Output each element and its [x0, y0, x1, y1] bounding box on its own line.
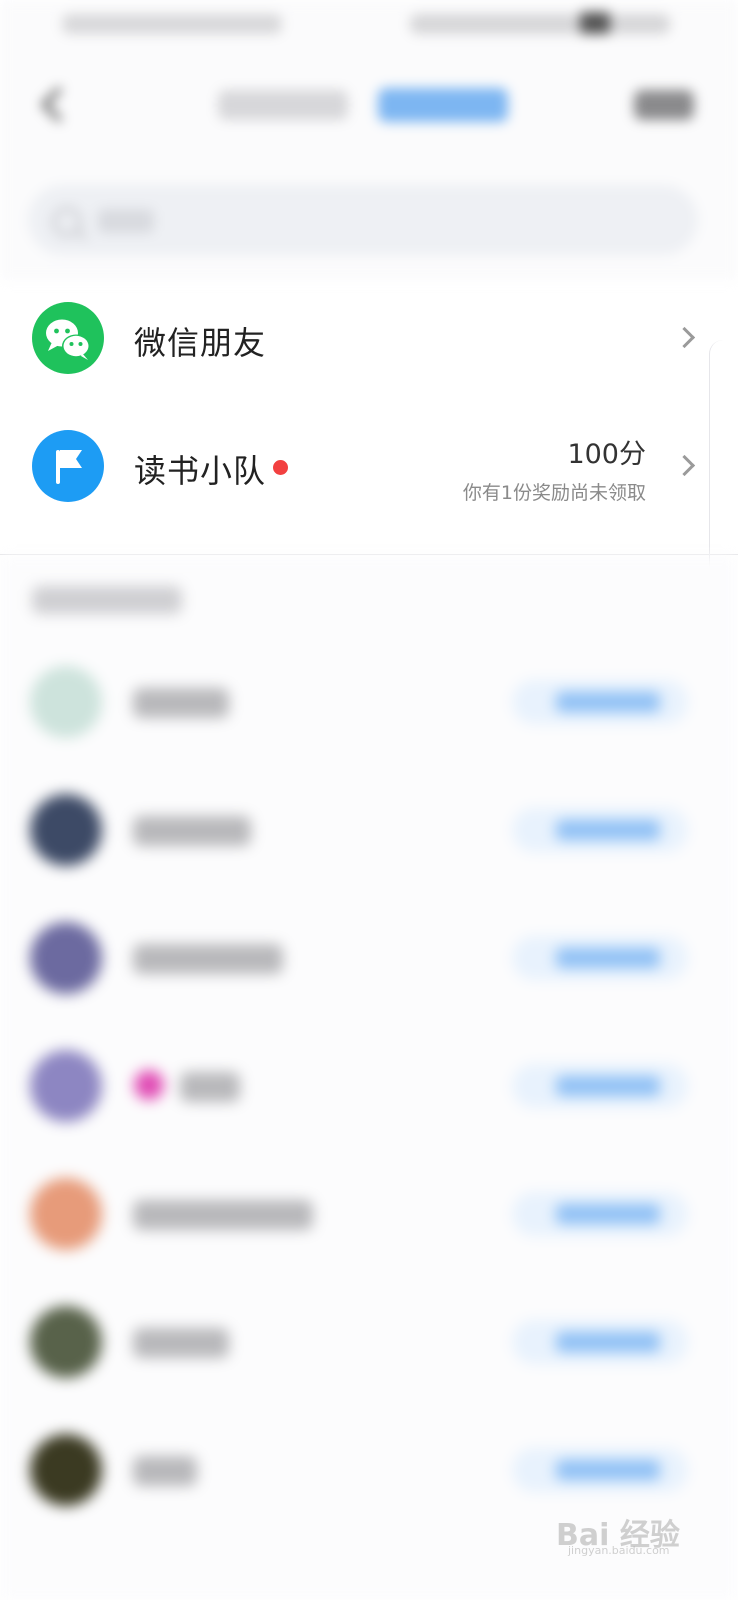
team-score: 100分 [567, 439, 646, 470]
divider [0, 554, 738, 555]
tab-followers[interactable] [378, 88, 508, 122]
wechat-icon [32, 302, 104, 374]
list-item[interactable] [0, 760, 738, 888]
nav-right-action[interactable] [634, 90, 694, 120]
follow-back-button[interactable] [512, 1448, 688, 1492]
list-item[interactable] [0, 1144, 738, 1272]
back-button[interactable] [38, 86, 66, 126]
flag-icon [32, 430, 104, 502]
list-item[interactable] [0, 888, 738, 1016]
user-name [133, 816, 251, 846]
battery-icon [580, 12, 610, 34]
search-placeholder [98, 209, 154, 233]
reward-note: 你有1份奖励尚未领取 [462, 482, 646, 504]
follow-back-button[interactable] [512, 680, 688, 724]
chevron-right-icon [673, 454, 696, 477]
avatar[interactable] [30, 1178, 102, 1250]
wechat-friends-label: 微信朋友 [134, 324, 267, 362]
notification-dot [273, 460, 288, 475]
avatar[interactable] [30, 1306, 102, 1378]
tab-following[interactable] [218, 90, 348, 120]
search-icon [52, 207, 82, 237]
status-bar [0, 0, 738, 50]
chevron-right-icon [673, 326, 696, 349]
search-input[interactable] [28, 185, 698, 255]
follow-back-button[interactable] [512, 808, 688, 852]
user-name [133, 1328, 229, 1358]
user-name [133, 1200, 313, 1230]
avatar[interactable] [30, 1050, 102, 1122]
avatar[interactable] [30, 666, 102, 738]
follow-back-button[interactable] [512, 936, 688, 980]
user-name [133, 688, 229, 718]
list-item[interactable] [0, 632, 738, 760]
reading-team-label: 读书小队 [134, 452, 267, 490]
user-name [133, 944, 283, 974]
nav-bar [0, 70, 738, 140]
avatar[interactable] [30, 922, 102, 994]
status-bar-right [410, 14, 670, 34]
watermark: Bai 经验 jingyan.baidu.com [556, 1500, 696, 1560]
heart-icon [134, 1070, 164, 1100]
list-item[interactable] [0, 1272, 738, 1400]
avatar[interactable] [30, 794, 102, 866]
follow-back-button[interactable] [512, 1192, 688, 1236]
user-name [180, 1072, 240, 1102]
follow-back-button[interactable] [512, 1320, 688, 1364]
watermark-sub: jingyan.baidu.com [568, 1544, 670, 1557]
page: 微信朋友 读书小队 100分 你有1份奖励尚未领取 Bai 经验 jingyan… [0, 0, 738, 1600]
list-item-reading-team[interactable]: 读书小队 100分 你有1份奖励尚未领取 [0, 402, 738, 530]
section-title [32, 586, 182, 614]
blurred-header [0, 0, 738, 280]
blurred-follower-list [0, 556, 738, 1600]
status-bar-left [62, 14, 282, 34]
list-item-wechat-friends[interactable]: 微信朋友 [0, 274, 738, 402]
follow-back-button[interactable] [512, 1064, 688, 1108]
user-name [133, 1456, 197, 1486]
list-item[interactable] [0, 1016, 738, 1144]
avatar[interactable] [30, 1434, 102, 1506]
